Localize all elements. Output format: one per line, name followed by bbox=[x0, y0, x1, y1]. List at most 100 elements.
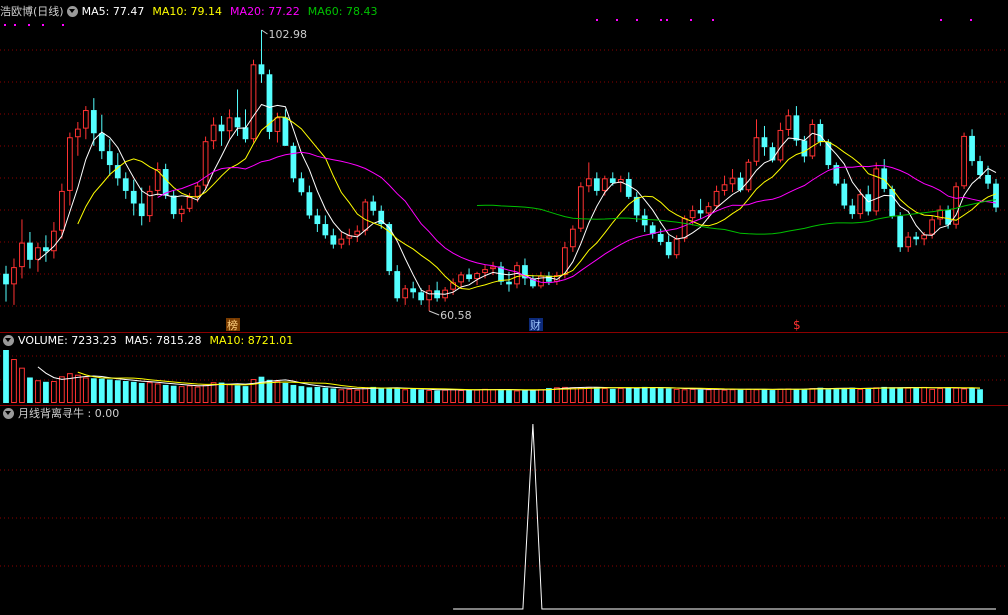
candle[interactable] bbox=[51, 222, 57, 259]
candle[interactable] bbox=[753, 119, 760, 166]
candle[interactable] bbox=[314, 208, 321, 233]
candle[interactable] bbox=[3, 265, 9, 302]
candle[interactable] bbox=[426, 285, 433, 311]
candle[interactable] bbox=[290, 142, 297, 183]
candle[interactable] bbox=[913, 232, 920, 246]
candle[interactable] bbox=[857, 188, 864, 219]
candle[interactable] bbox=[394, 265, 401, 302]
candle[interactable] bbox=[881, 159, 888, 193]
candle[interactable] bbox=[665, 235, 672, 259]
candle[interactable] bbox=[466, 268, 472, 282]
candle[interactable] bbox=[338, 232, 345, 249]
candle[interactable] bbox=[538, 271, 544, 289]
volume-menu-toggle-icon[interactable] bbox=[3, 334, 14, 346]
candle[interactable] bbox=[11, 258, 17, 305]
candle[interactable] bbox=[522, 258, 528, 286]
candle[interactable] bbox=[410, 281, 417, 299]
candle[interactable] bbox=[977, 155, 983, 179]
candle[interactable] bbox=[346, 228, 353, 246]
candle[interactable] bbox=[969, 129, 975, 166]
candle[interactable] bbox=[577, 182, 584, 233]
candle[interactable] bbox=[74, 121, 81, 156]
candle[interactable] bbox=[35, 242, 41, 272]
event-markers[interactable]: 榜 财 $ bbox=[226, 318, 801, 332]
candle[interactable] bbox=[785, 109, 792, 136]
candle[interactable] bbox=[961, 132, 967, 189]
candle[interactable] bbox=[641, 208, 648, 233]
candle[interactable] bbox=[202, 136, 209, 189]
candle[interactable] bbox=[585, 162, 592, 193]
candle[interactable] bbox=[210, 117, 217, 150]
candle[interactable] bbox=[306, 185, 313, 219]
volume-bar bbox=[514, 390, 520, 404]
event-marker-dollar[interactable]: $ bbox=[793, 318, 801, 332]
candle[interactable] bbox=[841, 178, 848, 209]
volume-bars[interactable] bbox=[3, 350, 983, 404]
candle[interactable] bbox=[953, 182, 959, 229]
candle[interactable] bbox=[569, 225, 576, 252]
candle[interactable] bbox=[43, 235, 49, 262]
candle[interactable] bbox=[873, 162, 880, 216]
candle[interactable] bbox=[82, 106, 89, 140]
volume-bar bbox=[522, 390, 528, 403]
candle[interactable] bbox=[761, 125, 768, 156]
signal-dot bbox=[690, 19, 692, 21]
candle[interactable] bbox=[226, 109, 233, 140]
candle[interactable] bbox=[170, 190, 177, 219]
candle[interactable] bbox=[729, 169, 736, 193]
candle[interactable] bbox=[266, 69, 273, 140]
candle[interactable] bbox=[434, 281, 441, 302]
candle[interactable] bbox=[250, 59, 257, 143]
candle[interactable] bbox=[745, 159, 752, 193]
candle[interactable] bbox=[897, 212, 904, 252]
candle[interactable] bbox=[713, 185, 720, 209]
candle-body bbox=[106, 151, 113, 166]
candle[interactable] bbox=[402, 285, 409, 305]
candle[interactable] bbox=[458, 271, 464, 289]
candle[interactable] bbox=[530, 275, 536, 289]
candle[interactable] bbox=[617, 175, 624, 193]
candle[interactable] bbox=[905, 232, 912, 252]
candle[interactable] bbox=[593, 172, 600, 196]
event-marker-cai[interactable]: 财 bbox=[530, 318, 541, 332]
candle[interactable] bbox=[122, 172, 129, 199]
candle[interactable] bbox=[242, 109, 249, 143]
panel-menu-toggle-icon[interactable] bbox=[66, 5, 78, 17]
candlestick-series[interactable] bbox=[3, 30, 999, 311]
candle[interactable] bbox=[697, 198, 704, 219]
candle[interactable] bbox=[19, 219, 25, 279]
candle[interactable] bbox=[330, 228, 337, 249]
candle[interactable] bbox=[298, 172, 305, 196]
candle[interactable] bbox=[937, 205, 943, 226]
candle[interactable] bbox=[649, 222, 656, 239]
candle[interactable] bbox=[514, 261, 520, 289]
candle[interactable] bbox=[633, 192, 640, 223]
candle[interactable] bbox=[146, 185, 153, 223]
candle[interactable] bbox=[138, 187, 145, 226]
candle[interactable] bbox=[849, 198, 856, 219]
candle[interactable] bbox=[98, 114, 105, 160]
candle[interactable] bbox=[27, 232, 33, 269]
volume-bar bbox=[458, 390, 464, 403]
candle[interactable] bbox=[809, 119, 816, 160]
candle[interactable] bbox=[178, 205, 185, 223]
candle[interactable] bbox=[130, 179, 137, 216]
indicator-menu-toggle-icon[interactable] bbox=[3, 407, 14, 419]
candle[interactable] bbox=[258, 30, 265, 83]
candle[interactable] bbox=[354, 225, 361, 242]
candle[interactable] bbox=[993, 178, 999, 213]
volume-bar bbox=[43, 381, 49, 403]
candle[interactable] bbox=[66, 132, 73, 206]
candle[interactable] bbox=[833, 162, 840, 186]
candle[interactable] bbox=[370, 195, 377, 216]
candle[interactable] bbox=[154, 162, 161, 196]
event-marker-bang[interactable]: 榜 bbox=[227, 318, 238, 332]
candle[interactable] bbox=[106, 139, 113, 176]
candle[interactable] bbox=[777, 122, 784, 163]
candle[interactable] bbox=[889, 185, 896, 219]
candle[interactable] bbox=[322, 215, 329, 239]
candle[interactable] bbox=[282, 109, 289, 146]
candle[interactable] bbox=[721, 175, 728, 196]
candle[interactable] bbox=[793, 106, 800, 146]
candle[interactable] bbox=[218, 116, 225, 146]
